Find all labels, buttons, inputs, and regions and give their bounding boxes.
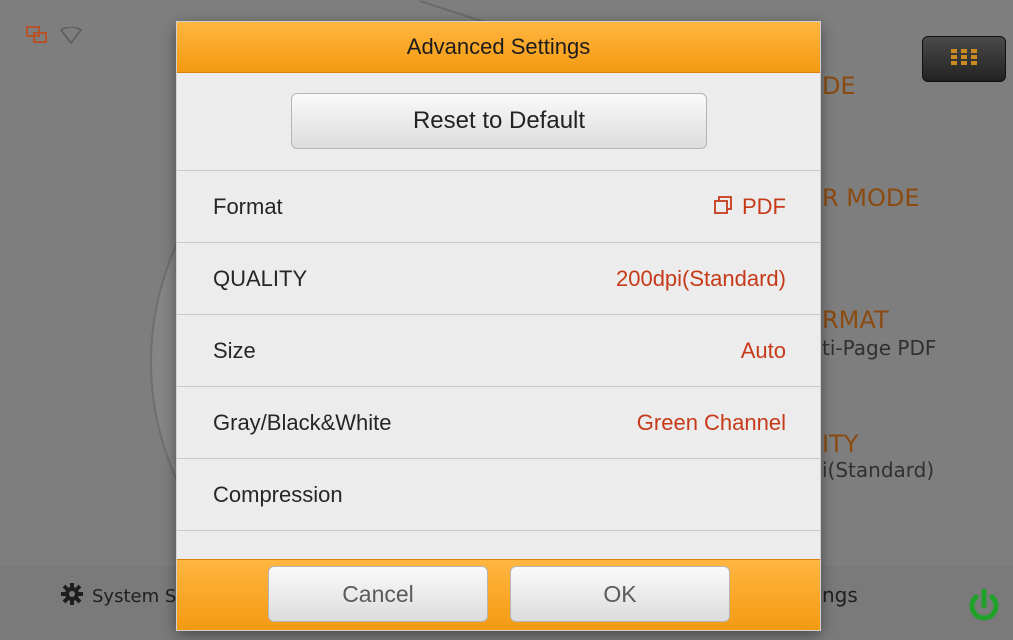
size-label: Size: [213, 337, 256, 363]
gray-bw-label: Gray/Black&White: [213, 409, 392, 435]
advanced-settings-dialog: Advanced Settings Reset to Default Forma…: [177, 22, 820, 630]
bg-mode-label: DE: [822, 72, 856, 100]
compression-row[interactable]: Compression: [177, 459, 820, 531]
quality-value: 200dpi(Standard): [615, 265, 786, 291]
size-row[interactable]: Size Auto: [177, 315, 820, 387]
bg-quality-label: ITY: [822, 430, 859, 458]
format-value: PDF: [714, 194, 786, 220]
bg-settings-label: ngs: [822, 583, 858, 607]
dialog-footer: Cancel OK: [177, 559, 820, 630]
format-row[interactable]: Format PDF: [177, 171, 820, 243]
gear-icon: [60, 582, 84, 611]
quality-row[interactable]: QUALITY 200dpi(Standard): [177, 243, 820, 315]
format-label: Format: [213, 193, 283, 219]
copy-icon: [714, 194, 732, 220]
network-icon: [26, 26, 48, 46]
apps-grid-icon: [951, 49, 977, 69]
reset-to-default-button[interactable]: Reset to Default: [291, 93, 707, 149]
bg-format-label: RMAT: [822, 306, 889, 334]
status-bar: [26, 26, 82, 46]
format-value-text: PDF: [742, 193, 786, 219]
ok-button[interactable]: OK: [510, 566, 730, 622]
reset-section: Reset to Default: [177, 73, 820, 171]
cancel-button[interactable]: Cancel: [268, 566, 488, 622]
bg-color-mode-label: R MODE: [822, 184, 920, 212]
size-value: Auto: [740, 337, 786, 363]
dialog-title: Advanced Settings: [177, 22, 820, 73]
apps-button[interactable]: [922, 36, 1006, 82]
compression-label: Compression: [213, 481, 343, 507]
wifi-icon: [60, 27, 82, 45]
system-settings-label: System S: [92, 586, 177, 607]
gray-bw-value: Green Channel: [636, 409, 786, 435]
bg-format-value: ti-Page PDF: [822, 336, 937, 360]
system-settings-button[interactable]: System S: [60, 582, 176, 611]
power-icon[interactable]: [966, 588, 1002, 628]
bg-quality-value: i(Standard): [822, 458, 935, 482]
gray-bw-row[interactable]: Gray/Black&White Green Channel: [177, 387, 820, 459]
quality-label: QUALITY: [213, 265, 308, 291]
